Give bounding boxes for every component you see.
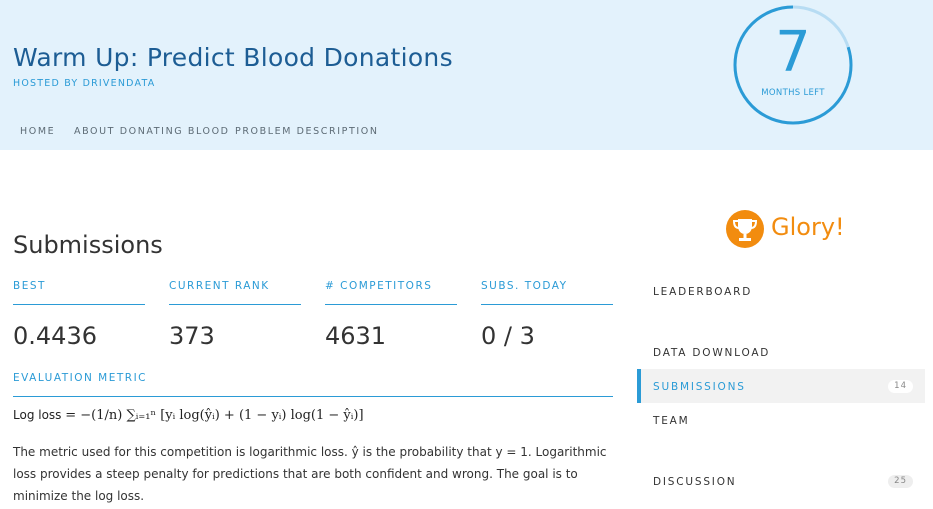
stat-label-current-rank: CURRENT RANK [169,280,270,292]
submissions-count-badge: 14 [888,380,913,393]
competition-header: Warm Up: Predict Blood Donations HOSTED … [0,0,933,150]
stat-label-best: BEST [13,280,46,292]
competition-title: Warm Up: Predict Blood Donations [13,43,453,72]
stat-value-competitors: 4631 [325,322,387,350]
stat-divider [481,304,613,305]
sidebar-item-submissions[interactable]: SUBMISSIONS 14 [637,369,925,403]
sidebar-item-data-download[interactable]: DATA DOWNLOAD [637,335,925,369]
nav-problem-description[interactable]: PROBLEM DESCRIPTION [235,126,379,137]
stat-divider [169,304,301,305]
sidebar-item-label: DATA DOWNLOAD [653,347,771,359]
sidebar-item-team[interactable]: TEAM [637,403,925,437]
timer-label: MONTHS LEFT [761,88,825,98]
sidebar-item-label: DISCUSSION [653,476,737,488]
active-indicator [637,369,641,403]
stat-value-best: 0.4436 [13,322,97,350]
formula-expression: = −(1/n) ∑ᵢ₌₁ⁿ [yᵢ log(ŷᵢ) + (1 − yᵢ) lo… [65,408,364,423]
stat-label-subs-today: SUBS. TODAY [481,280,568,292]
metric-description-text: The metric used for this competition is … [13,445,607,503]
time-remaining-dial: 7 MONTHS LEFT [733,5,853,125]
log-loss-formula: Log loss = −(1/n) ∑ᵢ₌₁ⁿ [yᵢ log(ŷᵢ) + (1… [13,408,364,423]
formula-prefix: Log loss [13,408,62,422]
prize-text: Glory! [771,213,845,241]
sidebar-item-discussion[interactable]: DISCUSSION 25 [637,464,925,498]
nav-home[interactable]: HOME [20,126,55,137]
stat-value-current-rank: 373 [169,322,215,350]
timer-value: 7 [775,20,811,85]
sidebar-item-label: LEADERBOARD [653,286,753,298]
stat-value-subs-today: 0 / 3 [481,322,535,350]
stat-divider [13,304,145,305]
evaluation-metric-heading: EVALUATION METRIC [13,372,148,384]
evaluation-metric-description: The metric used for this competition is … [13,441,613,507]
hosted-by: HOSTED BY DRIVENDATA [13,78,156,89]
nav-about-donating-blood[interactable]: ABOUT DONATING BLOOD [74,126,230,137]
sidebar-item-leaderboard[interactable]: LEADERBOARD [637,274,925,308]
trophy-icon [726,210,764,248]
evaluation-metric-divider [13,396,613,397]
discussion-count-badge: 25 [888,475,913,488]
stat-label-competitors: # COMPETITORS [325,280,433,292]
sidebar-item-label: SUBMISSIONS [653,381,746,393]
page-title: Submissions [13,231,163,259]
sidebar-item-label: TEAM [653,415,690,427]
stat-divider [325,304,457,305]
